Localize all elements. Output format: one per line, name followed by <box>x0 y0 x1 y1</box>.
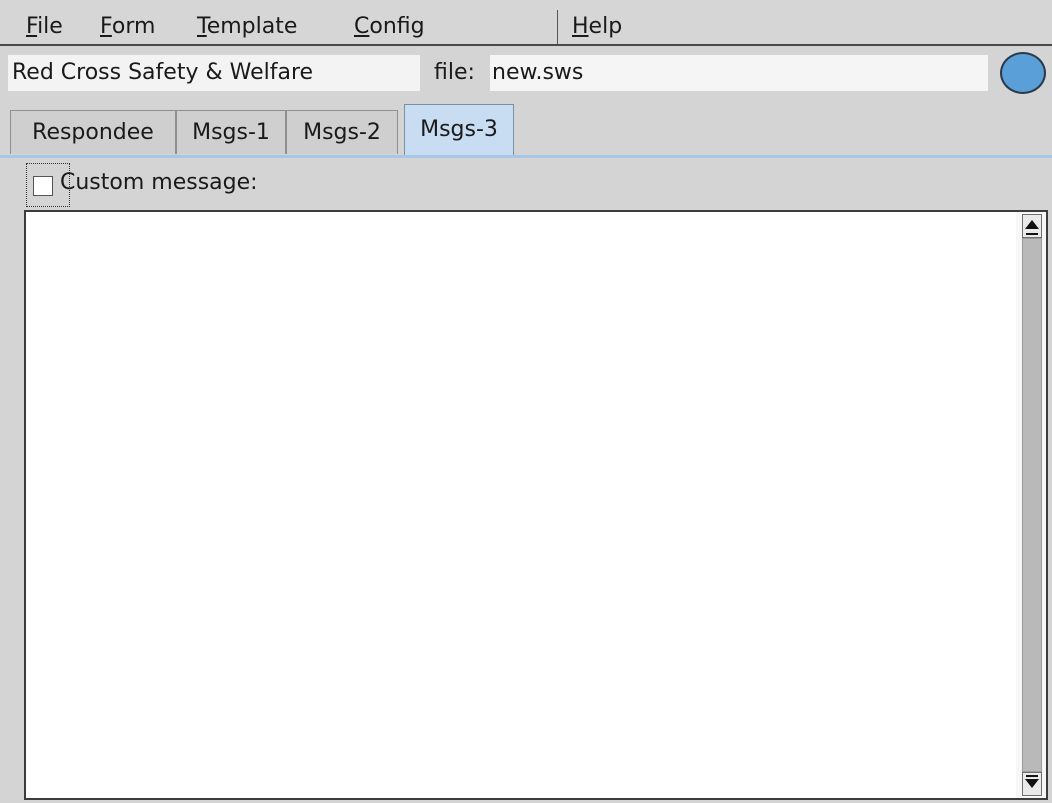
menu-help-mnemonic: H <box>572 14 589 39</box>
menu-help-label: elp <box>588 14 623 39</box>
menu-config-label: onfig <box>369 14 425 39</box>
app-window: File Form Template Config Help Red Cross… <box>0 0 1052 803</box>
vertical-scrollbar[interactable] <box>1016 212 1046 798</box>
custom-message-checkbox[interactable] <box>33 176 53 196</box>
tab-msgs-1[interactable]: Msgs-1 <box>176 110 286 154</box>
msgs-3-panel: Custom message: <box>0 158 1052 803</box>
file-label: file: <box>434 60 475 85</box>
menu-separator <box>557 10 558 44</box>
menu-template-mnemonic: T <box>197 14 207 39</box>
status-indicator-icon[interactable] <box>1000 52 1046 94</box>
scroll-down-button[interactable] <box>1022 772 1042 796</box>
menu-bar: File Form Template Config Help <box>0 0 1052 46</box>
menu-template[interactable]: Template <box>197 14 297 40</box>
menu-file[interactable]: File <box>26 14 63 40</box>
custom-message-textarea[interactable] <box>26 212 1016 798</box>
tab-msgs-2[interactable]: Msgs-2 <box>286 110 398 154</box>
menu-file-label: ile <box>37 14 63 39</box>
tab-respondee[interactable]: Respondee <box>10 110 176 154</box>
menu-template-label: emplate <box>206 14 298 39</box>
menu-form-mnemonic: F <box>100 14 112 39</box>
tab-msgs-3[interactable]: Msgs-3 <box>404 104 514 156</box>
menu-help[interactable]: Help <box>572 14 622 40</box>
scroll-top-bar-icon <box>1026 233 1038 235</box>
scroll-track[interactable] <box>1022 238 1042 772</box>
arrow-up-icon <box>1025 220 1039 229</box>
menu-config-mnemonic: C <box>354 14 370 39</box>
menu-form-label: orm <box>111 14 156 39</box>
tab-strip: Respondee Msgs-1 Msgs-2 Msgs-3 <box>0 104 1052 156</box>
menu-config[interactable]: Config <box>354 14 425 40</box>
menu-form[interactable]: Form <box>100 14 155 40</box>
scroll-bottom-bar-icon <box>1026 775 1038 777</box>
scroll-up-button[interactable] <box>1022 214 1042 238</box>
form-title: Red Cross Safety & Welfare <box>8 55 420 91</box>
file-name-field: new.sws <box>490 55 988 91</box>
header-row: Red Cross Safety & Welfare file: new.sws <box>0 48 1052 102</box>
custom-message-textarea-frame <box>24 210 1048 800</box>
arrow-down-icon <box>1025 779 1039 788</box>
menu-file-mnemonic: F <box>26 14 38 39</box>
custom-message-label[interactable]: Custom message: <box>60 169 258 197</box>
